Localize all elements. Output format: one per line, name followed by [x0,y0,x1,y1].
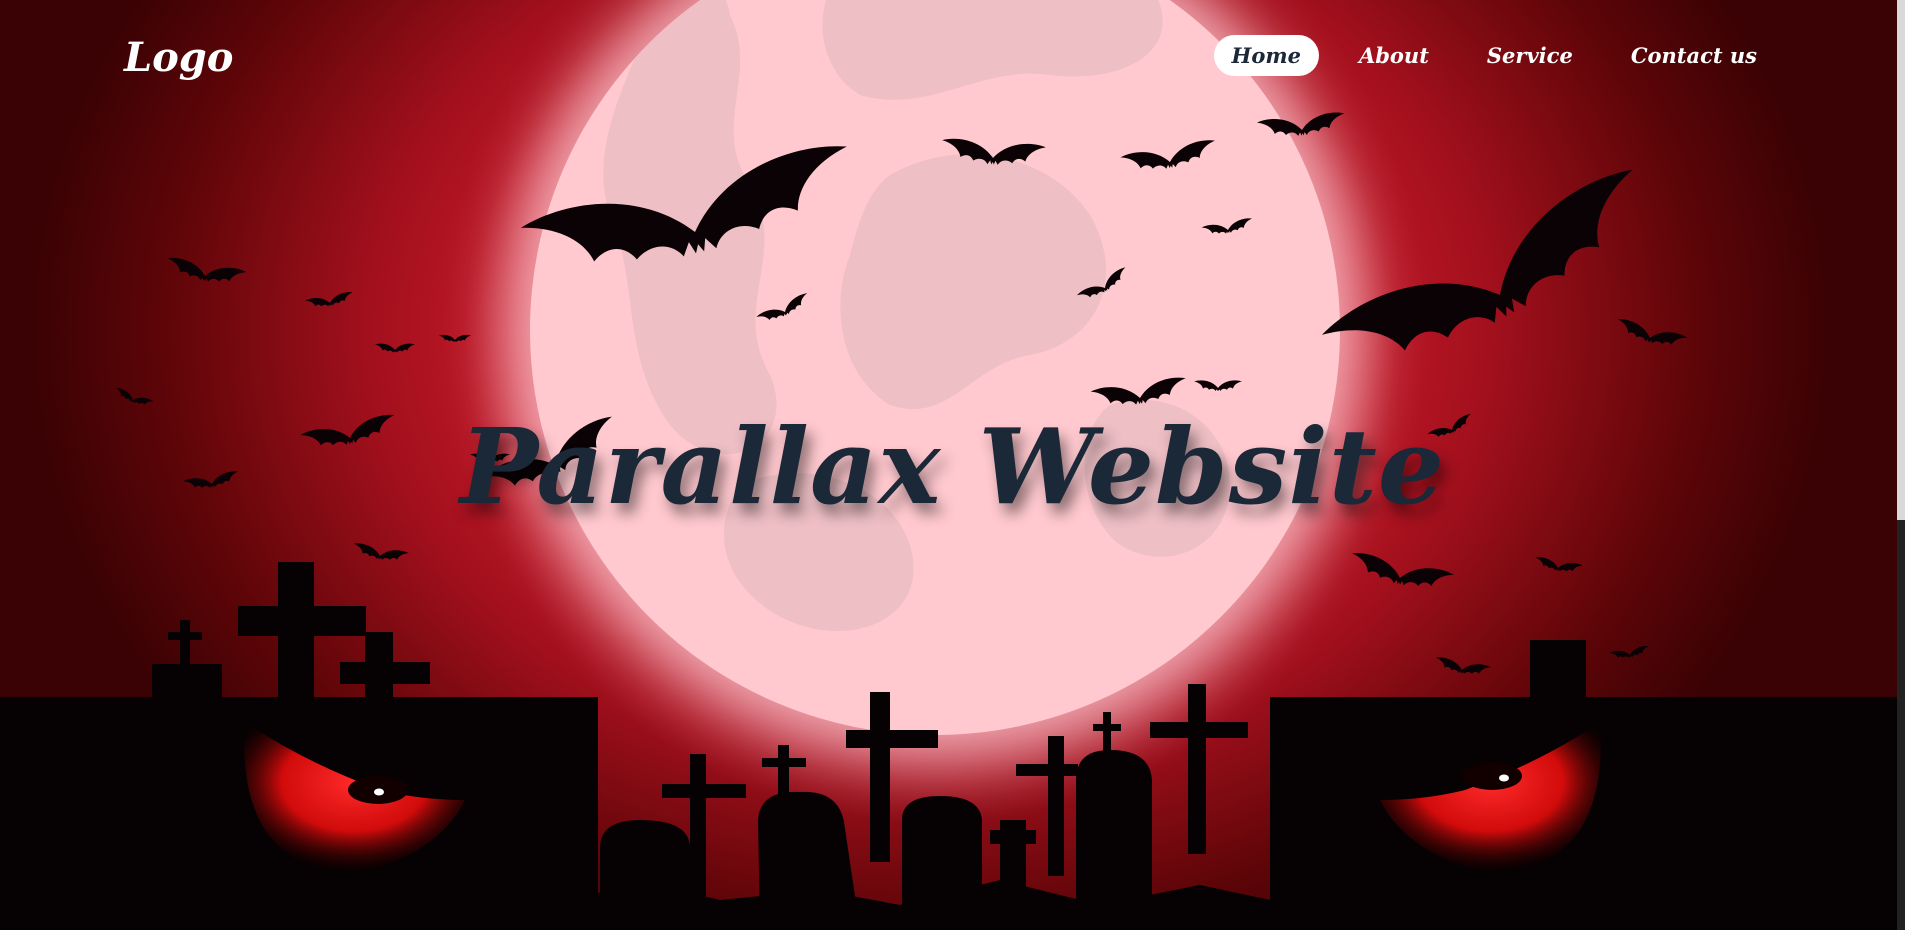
nav-item-about: About [1341,35,1447,76]
nav-link-home[interactable]: Home [1213,35,1319,76]
site-header: Logo Home About Service Contact us [0,30,1905,90]
nav-link-about[interactable]: About [1341,35,1447,76]
nav-item-service: Service [1469,35,1591,76]
scrollbar-track[interactable] [1897,0,1905,930]
evil-eye-icon [1380,722,1601,872]
hero-scene: Logo Home About Service Contact us Paral… [0,0,1905,930]
hero-title: Parallax Website [459,405,1446,528]
nav-item-home: Home [1213,35,1319,76]
evil-eye-icon [244,722,465,872]
nav-link-service[interactable]: Service [1469,35,1591,76]
nav-link-contact[interactable]: Contact us [1613,35,1775,76]
main-nav: Home About Service Contact us [1213,35,1776,76]
logo[interactable]: Logo [124,34,233,81]
scrollbar-thumb[interactable] [1897,0,1905,520]
nav-item-contact: Contact us [1613,35,1775,76]
